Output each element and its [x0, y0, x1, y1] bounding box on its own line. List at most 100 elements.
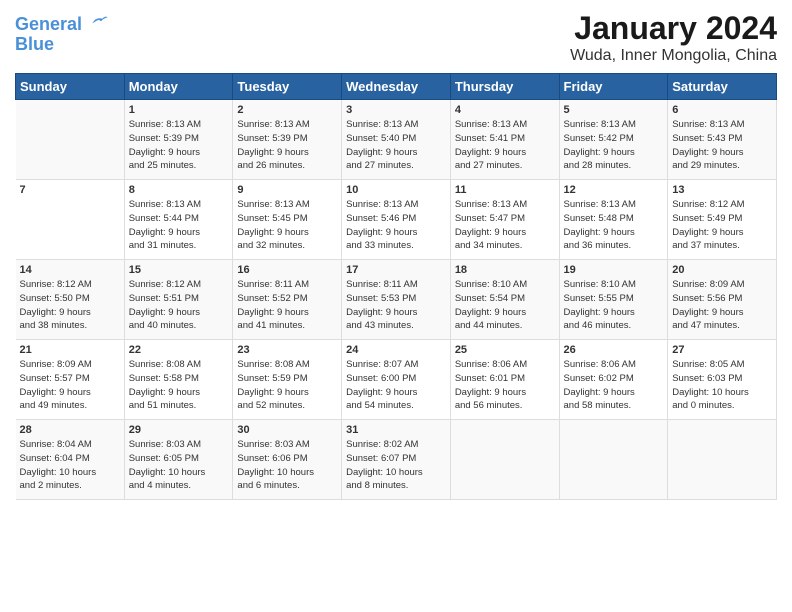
day-number: 4 [455, 104, 555, 116]
calendar-header-row: SundayMondayTuesdayWednesdayThursdayFrid… [16, 74, 777, 100]
day-info: Sunrise: 8:03 AM Sunset: 6:06 PM Dayligh… [237, 438, 337, 493]
logo: General Blue [15, 15, 109, 55]
calendar-cell: 21 Sunrise: 8:09 AM Sunset: 5:57 PM Dayli… [16, 340, 125, 420]
calendar-cell: 11 Sunrise: 8:13 AM Sunset: 5:47 PM Dayli… [450, 180, 559, 260]
calendar-cell: 20 Sunrise: 8:09 AM Sunset: 5:56 PM Dayli… [668, 260, 777, 340]
calendar-cell: 10 Sunrise: 8:13 AM Sunset: 5:46 PM Dayli… [342, 180, 451, 260]
calendar-cell: 19Sunrise: 8:10 AM Sunset: 5:55 PM Dayli… [559, 260, 668, 340]
calendar-cell [559, 420, 668, 500]
day-info: Sunrise: 8:13 AM Sunset: 5:40 PM Dayligh… [346, 118, 446, 173]
day-info: Sunrise: 8:12 AM Sunset: 5:49 PM Dayligh… [672, 198, 772, 253]
day-info: Sunrise: 8:10 AM Sunset: 5:54 PM Dayligh… [455, 278, 555, 333]
calendar-week-row: 28 Sunrise: 8:04 AM Sunset: 6:04 PM Dayli… [16, 420, 777, 500]
calendar-cell: 23Sunrise: 8:08 AM Sunset: 5:59 PM Dayli… [233, 340, 342, 420]
calendar-cell: 4 Sunrise: 8:13 AM Sunset: 5:41 PM Daylig… [450, 100, 559, 180]
logo-general: General [15, 14, 82, 34]
day-number: 11 [455, 184, 555, 196]
calendar-cell: 15 Sunrise: 8:12 AM Sunset: 5:51 PM Dayli… [124, 260, 233, 340]
day-info: Sunrise: 8:04 AM Sunset: 6:04 PM Dayligh… [20, 438, 120, 493]
day-number: 17 [346, 264, 446, 276]
calendar-cell: 14 Sunrise: 8:12 AM Sunset: 5:50 PM Dayli… [16, 260, 125, 340]
day-number: 2 [237, 104, 337, 116]
day-number: 25 [455, 344, 555, 356]
day-info: Sunrise: 8:09 AM Sunset: 5:56 PM Dayligh… [672, 278, 772, 333]
day-info: Sunrise: 8:06 AM Sunset: 6:01 PM Dayligh… [455, 358, 555, 413]
day-number: 22 [129, 344, 229, 356]
day-info: Sunrise: 8:13 AM Sunset: 5:48 PM Dayligh… [564, 198, 664, 253]
calendar-cell: 12 Sunrise: 8:13 AM Sunset: 5:48 PM Dayli… [559, 180, 668, 260]
calendar-cell: 26 Sunrise: 8:06 AM Sunset: 6:02 PM Dayli… [559, 340, 668, 420]
day-number: 3 [346, 104, 446, 116]
calendar-cell [16, 100, 125, 180]
calendar-day-header: Wednesday [342, 74, 451, 100]
calendar-cell: 28 Sunrise: 8:04 AM Sunset: 6:04 PM Dayli… [16, 420, 125, 500]
calendar-cell: 1 Sunrise: 8:13 AM Sunset: 5:39 PM Daylig… [124, 100, 233, 180]
calendar-cell: 3 Sunrise: 8:13 AM Sunset: 5:40 PM Daylig… [342, 100, 451, 180]
day-number: 15 [129, 264, 229, 276]
day-info: Sunrise: 8:13 AM Sunset: 5:39 PM Dayligh… [237, 118, 337, 173]
day-info: Sunrise: 8:03 AM Sunset: 6:05 PM Dayligh… [129, 438, 229, 493]
day-info: Sunrise: 8:12 AM Sunset: 5:51 PM Dayligh… [129, 278, 229, 333]
day-number: 20 [672, 264, 772, 276]
day-info: Sunrise: 8:02 AM Sunset: 6:07 PM Dayligh… [346, 438, 446, 493]
day-number: 10 [346, 184, 446, 196]
day-number: 13 [672, 184, 772, 196]
day-number: 21 [20, 344, 120, 356]
calendar-day-header: Sunday [16, 74, 125, 100]
calendar-cell [668, 420, 777, 500]
logo-blue: Blue [15, 35, 109, 55]
day-number: 5 [564, 104, 664, 116]
calendar-cell: 27 Sunrise: 8:05 AM Sunset: 6:03 PM Dayli… [668, 340, 777, 420]
day-info: Sunrise: 8:06 AM Sunset: 6:02 PM Dayligh… [564, 358, 664, 413]
calendar-cell: 13 Sunrise: 8:12 AM Sunset: 5:49 PM Dayli… [668, 180, 777, 260]
main-title: January 2024 [570, 10, 777, 47]
day-info: Sunrise: 8:13 AM Sunset: 5:45 PM Dayligh… [237, 198, 337, 253]
calendar-cell [450, 420, 559, 500]
calendar-day-header: Friday [559, 74, 668, 100]
day-number: 18 [455, 264, 555, 276]
day-number: 30 [237, 424, 337, 436]
calendar-day-header: Tuesday [233, 74, 342, 100]
day-info: Sunrise: 8:13 AM Sunset: 5:41 PM Dayligh… [455, 118, 555, 173]
calendar-cell: 5 Sunrise: 8:13 AM Sunset: 5:42 PM Daylig… [559, 100, 668, 180]
calendar-week-row: 1 Sunrise: 8:13 AM Sunset: 5:39 PM Daylig… [16, 100, 777, 180]
calendar-cell: 25 Sunrise: 8:06 AM Sunset: 6:01 PM Dayli… [450, 340, 559, 420]
calendar-week-row: 14 Sunrise: 8:12 AM Sunset: 5:50 PM Dayli… [16, 260, 777, 340]
calendar-day-header: Saturday [668, 74, 777, 100]
day-number: 6 [672, 104, 772, 116]
day-info: Sunrise: 8:13 AM Sunset: 5:47 PM Dayligh… [455, 198, 555, 253]
day-info: Sunrise: 8:08 AM Sunset: 5:59 PM Dayligh… [237, 358, 337, 413]
day-info: Sunrise: 8:13 AM Sunset: 5:43 PM Dayligh… [672, 118, 772, 173]
header-section: General Blue January 2024 Wuda, Inner Mo… [15, 10, 777, 65]
calendar-cell: 30 Sunrise: 8:03 AM Sunset: 6:06 PM Dayli… [233, 420, 342, 500]
calendar-cell: 31 Sunrise: 8:02 AM Sunset: 6:07 PM Dayli… [342, 420, 451, 500]
day-info: Sunrise: 8:08 AM Sunset: 5:58 PM Dayligh… [129, 358, 229, 413]
day-info: Sunrise: 8:11 AM Sunset: 5:52 PM Dayligh… [237, 278, 337, 333]
calendar-cell: 8Sunrise: 8:13 AM Sunset: 5:44 PM Daylig… [124, 180, 233, 260]
day-number: 1 [129, 104, 229, 116]
day-number: 7 [20, 184, 120, 196]
day-info: Sunrise: 8:13 AM Sunset: 5:44 PM Dayligh… [129, 198, 229, 253]
day-info: Sunrise: 8:05 AM Sunset: 6:03 PM Dayligh… [672, 358, 772, 413]
calendar-cell: 29Sunrise: 8:03 AM Sunset: 6:05 PM Dayli… [124, 420, 233, 500]
day-info: Sunrise: 8:13 AM Sunset: 5:46 PM Dayligh… [346, 198, 446, 253]
day-info: Sunrise: 8:12 AM Sunset: 5:50 PM Dayligh… [20, 278, 120, 333]
day-number: 14 [20, 264, 120, 276]
day-info: Sunrise: 8:13 AM Sunset: 5:42 PM Dayligh… [564, 118, 664, 173]
day-number: 27 [672, 344, 772, 356]
day-number: 28 [20, 424, 120, 436]
day-number: 12 [564, 184, 664, 196]
calendar-cell: 16Sunrise: 8:11 AM Sunset: 5:52 PM Dayli… [233, 260, 342, 340]
title-section: January 2024 Wuda, Inner Mongolia, China [570, 10, 777, 65]
day-number: 26 [564, 344, 664, 356]
day-info: Sunrise: 8:09 AM Sunset: 5:57 PM Dayligh… [20, 358, 120, 413]
calendar-week-row: 7 8Sunrise: 8:13 AM Sunset: 5:44 PM Dayli… [16, 180, 777, 260]
calendar-day-header: Monday [124, 74, 233, 100]
day-info: Sunrise: 8:11 AM Sunset: 5:53 PM Dayligh… [346, 278, 446, 333]
calendar-cell: 2 Sunrise: 8:13 AM Sunset: 5:39 PM Daylig… [233, 100, 342, 180]
calendar-cell: 9 Sunrise: 8:13 AM Sunset: 5:45 PM Daylig… [233, 180, 342, 260]
logo-text: General [15, 15, 109, 35]
day-number: 31 [346, 424, 446, 436]
day-number: 9 [237, 184, 337, 196]
day-info: Sunrise: 8:13 AM Sunset: 5:39 PM Dayligh… [129, 118, 229, 173]
